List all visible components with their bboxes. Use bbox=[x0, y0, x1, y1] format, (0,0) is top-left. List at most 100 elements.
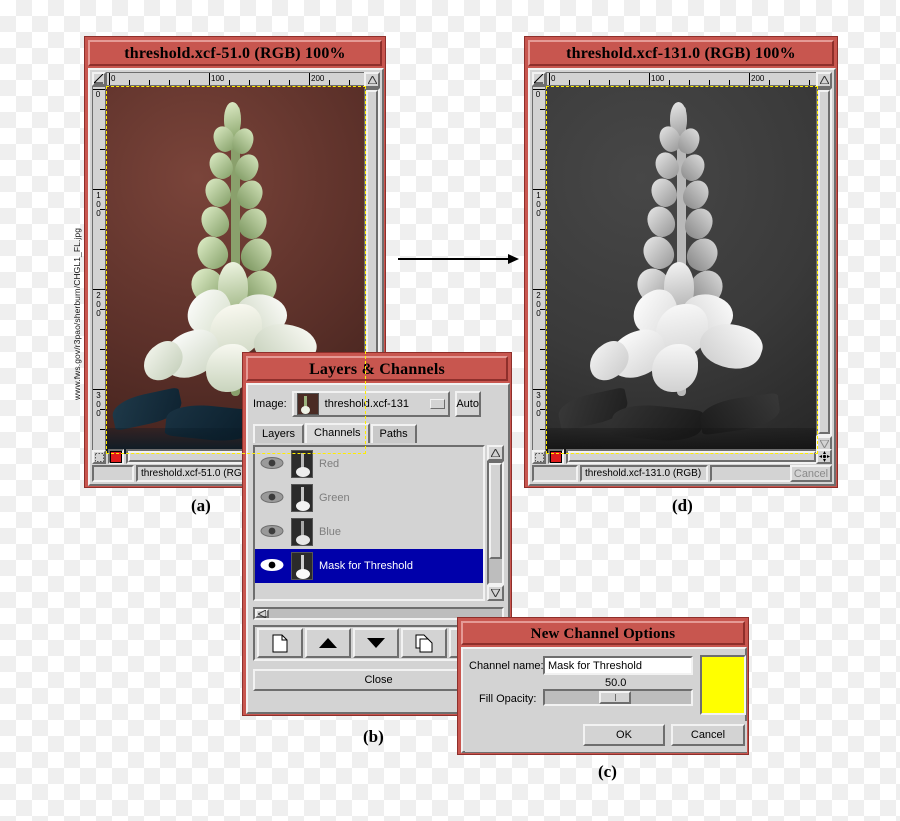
raise-channel-button[interactable] bbox=[305, 628, 351, 658]
window-a-quickmask-off-button[interactable] bbox=[92, 450, 106, 464]
layers-channels-title: Layers & Channels bbox=[309, 361, 445, 378]
channel-thumbnail bbox=[291, 450, 313, 478]
figure-label-d: (d) bbox=[672, 496, 693, 515]
slider-grip-icon bbox=[614, 694, 616, 701]
window-d-horizontal-ruler: 0 100 200 bbox=[546, 72, 818, 86]
transform-arrow-head bbox=[508, 254, 519, 264]
window-d-cancel-button[interactable]: Cancel bbox=[790, 465, 832, 482]
layers-channels-titlebar[interactable]: Layers & Channels bbox=[246, 356, 508, 381]
ruler-h-d-label-0: 0 bbox=[551, 74, 556, 83]
window-d-ruler-corner[interactable] bbox=[532, 72, 546, 86]
window-d-navigation-button[interactable] bbox=[816, 449, 832, 464]
triangle-left-icon bbox=[258, 609, 266, 618]
image-window-d[interactable]: threshold.xcf-131.0 (RGB) 100% 0 100 200… bbox=[524, 36, 838, 488]
ruler-v-a-label-0: 0 bbox=[95, 90, 101, 99]
window-a-progress-field bbox=[92, 465, 134, 482]
ruler-h-d-label-200: 200 bbox=[751, 74, 765, 83]
channel-label: Green bbox=[319, 492, 350, 504]
ruler-v-a-label-100: 100 bbox=[94, 191, 103, 218]
channel-list-scroll-up-button[interactable] bbox=[487, 445, 504, 461]
window-d-status-text: threshold.xcf-131.0 (RGB) bbox=[580, 465, 708, 482]
auto-button[interactable]: Auto bbox=[454, 391, 481, 417]
triangle-up-icon bbox=[367, 76, 377, 84]
new-channel-action-area: OK Cancel bbox=[465, 721, 747, 752]
window-a-vertical-ruler: 0 100 200 300 bbox=[92, 86, 106, 454]
window-d-titlebar[interactable]: threshold.xcf-131.0 (RGB) 100% bbox=[528, 40, 834, 66]
visibility-eye-icon bbox=[260, 457, 284, 469]
tab-layers[interactable]: Layers bbox=[253, 424, 305, 443]
raise-channel-icon bbox=[319, 638, 337, 648]
channel-list[interactable]: Red Green Blue Mask for Threshold bbox=[253, 445, 485, 601]
window-d-quickmask-on-button[interactable] bbox=[548, 449, 564, 464]
window-d-title: threshold.xcf-131.0 (RGB) 100% bbox=[566, 45, 796, 62]
window-a-scroll-up-button[interactable] bbox=[364, 72, 380, 88]
ok-button[interactable]: OK bbox=[583, 724, 665, 746]
lower-channel-button[interactable] bbox=[353, 628, 399, 658]
window-a-titlebar[interactable]: threshold.xcf-51.0 (RGB) 100% bbox=[88, 40, 382, 66]
window-d-progress-field bbox=[532, 465, 578, 482]
window-a-ruler-corner[interactable] bbox=[92, 72, 106, 86]
window-d-horizontal-scrollbar[interactable] bbox=[566, 449, 818, 464]
triangle-up-icon bbox=[819, 76, 829, 84]
channel-thumbnail bbox=[291, 552, 313, 580]
new-channel-options-dialog[interactable]: New Channel Options Channel name: Fill O… bbox=[457, 617, 749, 755]
ruler-v-a-label-200: 200 bbox=[94, 291, 103, 318]
image-label: Image: bbox=[253, 398, 287, 410]
duplicate-channel-icon bbox=[415, 634, 432, 652]
channel-row-blue[interactable]: Blue bbox=[255, 515, 483, 549]
cancel-button[interactable]: Cancel bbox=[671, 724, 745, 746]
transform-arrow-line bbox=[398, 258, 512, 260]
fill-opacity-value: 50.0 bbox=[605, 677, 627, 689]
duplicate-channel-button[interactable] bbox=[401, 628, 447, 658]
window-d-vertical-ruler: 0 100 200 300 bbox=[532, 86, 546, 454]
channel-row-red[interactable]: Red bbox=[255, 447, 483, 481]
photo-credit-a: www.fws.gov/r3pao/sherburn/CHGL1_FL.jpg bbox=[72, 227, 82, 400]
channel-list-scroll-thumb[interactable] bbox=[489, 463, 502, 559]
window-a-quickmask-on-button[interactable] bbox=[108, 449, 124, 464]
fill-color-swatch[interactable] bbox=[700, 655, 746, 715]
window-d-vscroll-thumb[interactable] bbox=[818, 90, 830, 434]
move-cross-icon bbox=[818, 451, 830, 462]
new-channel-body: Channel name: Fill Opacity: 50.0 OK Canc… bbox=[461, 647, 747, 753]
visibility-eye-icon bbox=[260, 491, 284, 503]
visibility-eye-icon bbox=[260, 525, 284, 537]
ruler-h-d-label-100: 100 bbox=[651, 74, 665, 83]
ruler-v-d-label-300: 300 bbox=[534, 391, 543, 418]
window-d-quickmask-off-button[interactable] bbox=[532, 450, 546, 464]
new-channel-fields: Channel name: Fill Opacity: 50.0 bbox=[465, 651, 747, 719]
window-d-canvas[interactable] bbox=[546, 86, 818, 454]
fill-opacity-label: Fill Opacity: bbox=[479, 693, 537, 705]
red-square-icon bbox=[550, 450, 562, 463]
ruler-v-d-label-100: 100 bbox=[534, 191, 543, 218]
channel-thumbnail bbox=[291, 518, 313, 546]
fill-opacity-slider-handle[interactable] bbox=[599, 691, 631, 704]
fill-opacity-slider[interactable] bbox=[543, 689, 693, 706]
figure-label-a: (a) bbox=[191, 496, 211, 515]
channel-list-hscroll-left-arrow[interactable] bbox=[255, 609, 269, 618]
tab-paths[interactable]: Paths bbox=[370, 424, 417, 443]
channel-row-green[interactable]: Green bbox=[255, 481, 483, 515]
window-a-title: threshold.xcf-51.0 (RGB) 100% bbox=[124, 45, 346, 62]
window-d-scroll-up-button[interactable] bbox=[816, 72, 832, 88]
eye-icon[interactable] bbox=[259, 558, 285, 574]
image-option-menu[interactable]: threshold.xcf-131 bbox=[291, 391, 450, 417]
figure-label-b: (b) bbox=[363, 727, 384, 746]
channel-label: Red bbox=[319, 458, 340, 470]
window-d-hscroll-thumb[interactable] bbox=[568, 451, 816, 462]
diagonal-icon bbox=[94, 74, 104, 84]
ruler-h-a-label-100: 100 bbox=[211, 74, 225, 83]
new-channel-titlebar[interactable]: New Channel Options bbox=[461, 621, 745, 645]
window-d-vertical-scrollbar[interactable] bbox=[816, 88, 832, 436]
channel-list-scrollbar[interactable] bbox=[487, 461, 504, 585]
eye-icon[interactable] bbox=[259, 490, 285, 506]
channel-name-input[interactable] bbox=[543, 656, 693, 675]
ruler-v-d-label-0: 0 bbox=[535, 90, 541, 99]
eye-icon[interactable] bbox=[259, 456, 285, 472]
eye-icon[interactable] bbox=[259, 524, 285, 540]
option-menu-indicator bbox=[429, 399, 445, 409]
tab-channels[interactable]: Channels bbox=[305, 423, 370, 443]
new-channel-button[interactable] bbox=[257, 628, 303, 658]
dotted-square-icon bbox=[94, 452, 104, 462]
channel-row-mask-for-threshold[interactable]: Mask for Threshold bbox=[255, 549, 483, 583]
channel-list-scroll-down-button[interactable] bbox=[487, 585, 504, 601]
